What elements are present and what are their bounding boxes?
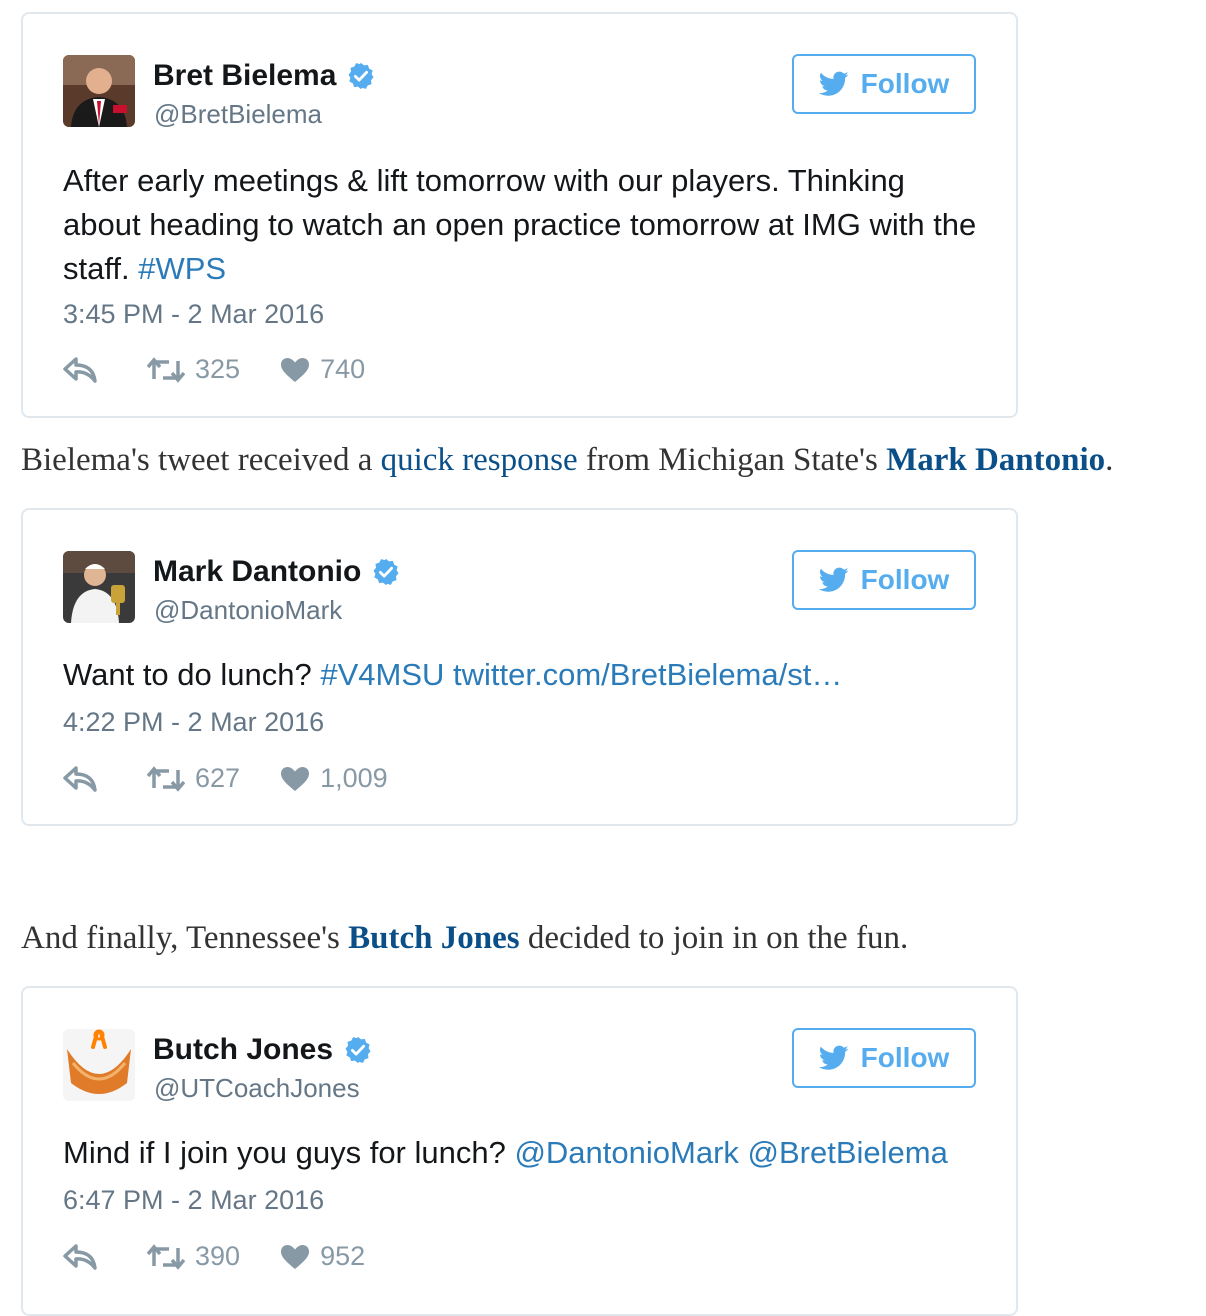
paragraph-text: from Michigan State's	[577, 442, 887, 478]
like-button[interactable]: 740	[280, 354, 365, 385]
author-name-row: Butch Jones	[153, 1032, 373, 1068]
hashtag-link[interactable]: #V4MSU	[320, 657, 444, 692]
author-handle[interactable]: @UTCoachJones	[154, 1072, 360, 1104]
retweet-button[interactable]: 627	[147, 763, 240, 794]
follow-label: Follow	[860, 564, 950, 595]
like-count: 1,009	[320, 763, 388, 793]
tweet-timestamp[interactable]: 4:22 PM - 2 Mar 2016	[63, 707, 324, 738]
author-handle[interactable]: @BretBielema	[154, 98, 322, 130]
heart-icon	[281, 357, 310, 382]
tweet-text: Mind if I join you guys for lunch? @Dant…	[63, 1131, 983, 1175]
follow-label: Follow	[860, 68, 950, 99]
reply-icon	[63, 356, 97, 383]
quoted-tweet-link[interactable]: twitter.com/BretBielema/st…	[453, 657, 842, 692]
mention-link[interactable]: @BretBielema	[748, 1135, 948, 1170]
tweet-actions: 627 1,009	[63, 763, 428, 794]
reply-button[interactable]	[63, 356, 107, 383]
author-name[interactable]: Butch Jones	[153, 1032, 333, 1068]
reply-button[interactable]	[63, 1243, 107, 1270]
follow-button[interactable]: Follow	[792, 1028, 976, 1088]
avatar[interactable]	[63, 551, 135, 623]
hashtag-link[interactable]: #WPS	[138, 251, 226, 286]
retweet-icon	[147, 1243, 185, 1270]
verified-badge-icon	[373, 558, 399, 586]
author-name-row: Mark Dantonio	[153, 554, 401, 590]
article-paragraph: And finally, Tennessee's Butch Jones dec…	[21, 920, 908, 957]
tweet-timestamp[interactable]: 3:45 PM - 2 Mar 2016	[63, 299, 324, 330]
reply-icon	[63, 1243, 97, 1270]
retweet-icon	[147, 356, 185, 383]
reply-button[interactable]	[63, 765, 107, 792]
tweet-body: Want to do lunch?	[63, 657, 321, 692]
heart-icon	[281, 766, 310, 791]
tweet-timestamp[interactable]: 6:47 PM - 2 Mar 2016	[63, 1185, 324, 1216]
tweet-body: Mind if I join you guys for lunch?	[63, 1135, 515, 1170]
like-button[interactable]: 952	[280, 1241, 365, 1272]
like-count: 952	[320, 1241, 366, 1271]
like-button[interactable]: 1,009	[280, 763, 388, 794]
tweet-actions: 390 952	[63, 1241, 405, 1272]
avatar[interactable]	[63, 55, 135, 127]
twitter-bird-icon	[818, 567, 849, 592]
follow-label: Follow	[860, 1042, 950, 1073]
paragraph-text: .	[1105, 442, 1114, 478]
follow-button[interactable]: Follow	[792, 550, 976, 610]
follow-button[interactable]: Follow	[792, 54, 976, 114]
twitter-bird-icon	[818, 71, 849, 96]
author-name-row: Bret Bielema	[153, 58, 376, 94]
tweet-actions: 325 740	[63, 354, 405, 385]
heart-icon	[281, 1244, 310, 1269]
like-count: 740	[320, 354, 366, 384]
quick-response-link[interactable]: quick response	[381, 442, 578, 478]
retweet-count: 390	[195, 1241, 241, 1271]
tweet-card-mark-dantonio: Mark Dantonio @DantonioMark Follow Want …	[21, 508, 1018, 826]
retweet-button[interactable]: 325	[147, 354, 240, 385]
paragraph-text: And finally, Tennessee's	[21, 920, 349, 956]
retweet-button[interactable]: 390	[147, 1241, 240, 1272]
tweet-text: After early meetings & lift tomorrow wit…	[63, 159, 983, 291]
mention-link[interactable]: @DantonioMark	[514, 1135, 738, 1170]
article-paragraph: Bielema's tweet received a quick respons…	[21, 442, 1113, 479]
author-name[interactable]: Bret Bielema	[153, 58, 336, 94]
verified-badge-icon	[345, 1036, 371, 1064]
retweet-count: 325	[195, 354, 241, 384]
author-handle[interactable]: @DantonioMark	[154, 594, 342, 626]
mark-dantonio-link[interactable]: Mark Dantonio	[886, 442, 1105, 478]
retweet-icon	[147, 765, 185, 792]
reply-icon	[63, 765, 97, 792]
avatar[interactable]	[63, 1029, 135, 1101]
tweet-text: Want to do lunch? #V4MSU twitter.com/Bre…	[63, 653, 983, 697]
tweet-card-butch-jones: Butch Jones @UTCoachJones Follow Mind if…	[21, 986, 1018, 1316]
paragraph-text: decided to join in on the fun.	[519, 920, 909, 956]
retweet-count: 627	[195, 763, 241, 793]
twitter-bird-icon	[818, 1045, 849, 1070]
butch-jones-link[interactable]: Butch Jones	[348, 920, 519, 956]
author-name[interactable]: Mark Dantonio	[153, 554, 361, 590]
verified-badge-icon	[348, 62, 374, 90]
paragraph-text: Bielema's tweet received a	[21, 442, 381, 478]
tweet-card-bret-bielema: Bret Bielema @BretBielema Follow After e…	[21, 12, 1018, 418]
